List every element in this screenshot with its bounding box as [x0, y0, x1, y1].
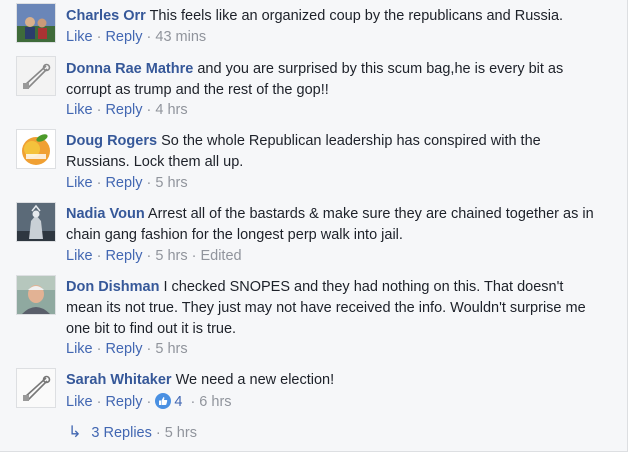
- comment-author[interactable]: Charles Orr: [66, 8, 146, 24]
- comment-text: This feels like an organized coup by the…: [149, 8, 564, 24]
- man-photo-icon: [17, 276, 55, 314]
- reply-button[interactable]: Reply: [105, 175, 142, 191]
- comment-author[interactable]: Nadia Voun: [66, 206, 145, 222]
- reply-arrow-icon: ↳: [68, 424, 82, 441]
- comment-body: Don Dishman I checked SNOPES and they ha…: [66, 277, 596, 340]
- like-button[interactable]: Like: [66, 102, 93, 118]
- comment-author[interactable]: Donna Rae Mathre: [66, 61, 193, 77]
- like-button[interactable]: Like: [66, 29, 93, 45]
- comment-timestamp[interactable]: 5 hrs: [155, 341, 187, 357]
- avatar[interactable]: [16, 129, 56, 169]
- avatar[interactable]: [16, 275, 56, 315]
- edited-label[interactable]: Edited: [200, 248, 241, 264]
- peach-icon: [17, 130, 55, 168]
- comment-body: Doug Rogers So the whole Republican lead…: [66, 131, 596, 173]
- comment-timestamp[interactable]: 6 hrs: [199, 394, 231, 410]
- reaction-count[interactable]: 4: [174, 394, 182, 410]
- reply-button[interactable]: Reply: [105, 102, 142, 118]
- comment-actions: Like · Reply · 5 hrs: [66, 175, 188, 191]
- reply-button[interactable]: Reply: [105, 248, 142, 264]
- comment-actions: Like · Reply · 4 · 6 hrs: [66, 393, 232, 410]
- safety-pin-icon: [17, 57, 55, 95]
- comment-timestamp[interactable]: 43 mins: [155, 29, 206, 45]
- replies-timestamp: 5 hrs: [164, 425, 197, 441]
- comment-actions: Like · Reply · 5 hrs · Edited: [66, 248, 242, 264]
- avatar[interactable]: [16, 202, 56, 242]
- comment-timestamp[interactable]: 5 hrs: [155, 175, 187, 191]
- statue-icon: [17, 203, 55, 241]
- comment-author[interactable]: Don Dishman: [66, 279, 159, 295]
- comment-text: Arrest all of the bastards & make sure t…: [66, 206, 594, 243]
- comment-body: Charles Orr This feels like an organized…: [66, 6, 596, 27]
- comment-timestamp[interactable]: 4 hrs: [155, 102, 187, 118]
- like-button[interactable]: Like: [66, 248, 93, 264]
- avatar[interactable]: [16, 368, 56, 408]
- replies-link[interactable]: 3 Replies: [91, 425, 151, 441]
- reply-button[interactable]: Reply: [105, 341, 142, 357]
- avatar[interactable]: [16, 56, 56, 96]
- like-button[interactable]: Like: [66, 394, 93, 410]
- like-button[interactable]: Like: [66, 341, 93, 357]
- like-reaction-icon[interactable]: [155, 393, 172, 409]
- view-replies[interactable]: ↳ 3 Replies · 5 hrs: [68, 424, 197, 442]
- comment-author[interactable]: Sarah Whitaker: [66, 372, 172, 388]
- comment-actions: Like · Reply · 5 hrs: [66, 341, 188, 357]
- reply-button[interactable]: Reply: [105, 394, 142, 410]
- comment-actions: Like · Reply · 43 mins: [66, 29, 207, 45]
- comment-body: Nadia Voun Arrest all of the bastards & …: [66, 204, 596, 246]
- reply-button[interactable]: Reply: [105, 29, 142, 45]
- like-button[interactable]: Like: [66, 175, 93, 191]
- comment-timestamp[interactable]: 5 hrs: [155, 248, 187, 264]
- photo-avatar-icon: [17, 4, 55, 42]
- safety-pin-icon: [17, 369, 55, 407]
- comment-text: We need a new election!: [175, 372, 335, 388]
- avatar[interactable]: [16, 3, 56, 43]
- comment-body: Donna Rae Mathre and you are surprised b…: [66, 59, 596, 101]
- comment-thread: Charles Orr This feels like an organized…: [0, 0, 628, 452]
- comment-author[interactable]: Doug Rogers: [66, 133, 157, 149]
- comment-actions: Like · Reply · 4 hrs: [66, 102, 188, 118]
- comment-body: Sarah Whitaker We need a new election!: [66, 370, 596, 391]
